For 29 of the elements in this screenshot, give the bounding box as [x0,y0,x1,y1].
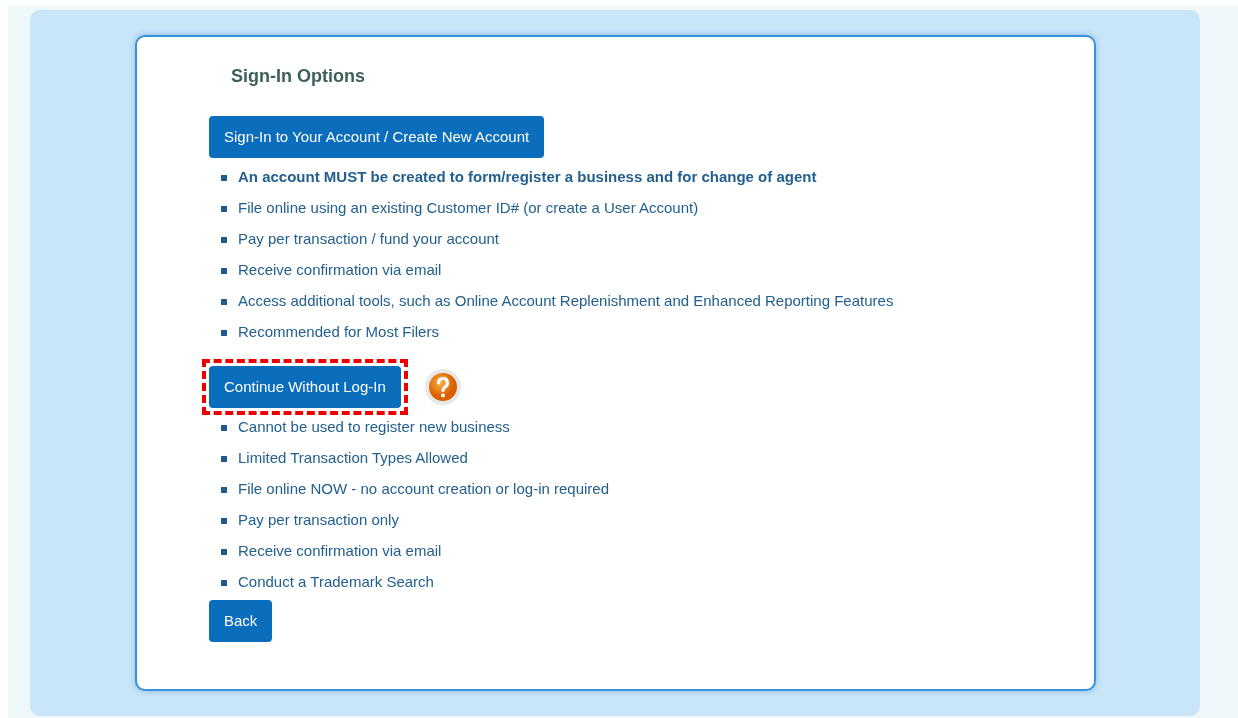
option-text: Receive confirmation via email [238,541,442,562]
option-text: Pay per transaction only [238,510,399,531]
option-button[interactable]: Sign-In to Your Account / Create New Account [209,116,545,158]
bullet-icon [221,236,227,243]
option-text: Limited Transaction Types Allowed [238,448,468,469]
bullet-icon [221,329,227,336]
option-text: Receive confirmation via email [238,260,442,281]
bullet-icon [221,205,227,212]
bullet-icon [221,424,227,431]
bullet-icon [221,579,227,586]
option-text: Access additional tools, such as Online Account Replenishment and Enhanced Reporting Features [238,291,894,312]
bullet-icon [221,174,227,181]
option-text: Pay per transaction / fund your account [238,229,499,250]
option-button[interactable]: Continue Without Log-In [209,366,401,408]
bullet-icon [221,267,227,274]
option-text: Recommended for Most Filers [238,322,439,343]
bullet-icon [221,548,227,555]
help-icon[interactable] [423,368,462,406]
option-text: Conduct a Trademark Search [238,572,434,593]
bullet-icon [221,455,227,462]
bullet-icon [221,486,227,493]
option-text: Cannot be used to register new business [238,417,510,438]
bullet-icon [221,298,227,305]
option-text: An account MUST be created to form/register a business and for change of agent [238,167,817,188]
option-text: File online NOW - no account creation or log-in required [238,479,609,500]
option-text: File online using an existing Customer ID# (or create a User Account) [238,198,699,219]
back-button[interactable]: Back [209,600,273,642]
page-title: Sign-In Options [231,65,366,88]
bullet-icon [221,517,227,524]
